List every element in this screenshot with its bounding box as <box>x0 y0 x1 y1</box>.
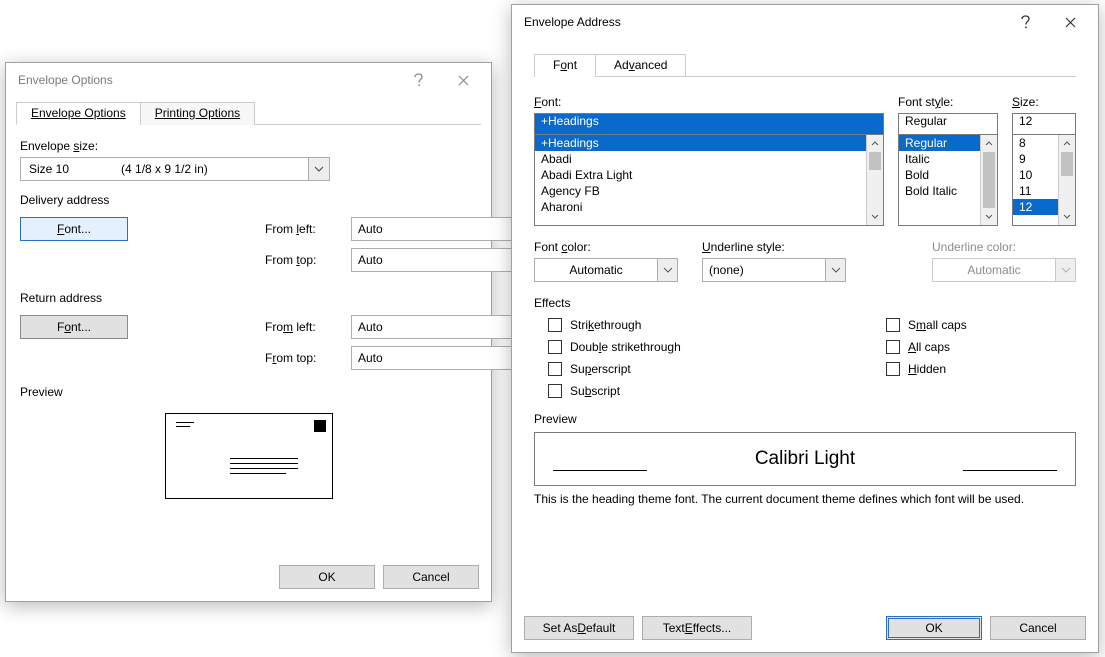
preview-label: Preview <box>534 412 1076 426</box>
checkbox-strikethrough[interactable]: Strikethrough <box>548 318 886 332</box>
chevron-down-icon <box>825 259 845 281</box>
chevron-down-icon <box>1055 259 1075 281</box>
return-font-button[interactable]: Font... <box>20 315 128 339</box>
cancel-button[interactable]: Cancel <box>383 565 479 589</box>
font-color-dropdown[interactable]: Automatic <box>534 258 678 282</box>
envelope-preview <box>165 413 333 499</box>
return-from-left[interactable] <box>351 315 467 339</box>
titlebar: Envelope Address <box>512 5 1098 39</box>
from-left-label: From left: <box>265 222 351 236</box>
tab-printing-options[interactable]: Printing Options <box>140 102 255 125</box>
envelope-address-dialog: Envelope Address Font Advanced Font: +He… <box>511 4 1099 653</box>
effects-label: Effects <box>534 296 1076 310</box>
tab-strip: Envelope Options Printing Options <box>16 101 481 125</box>
font-name-list[interactable]: +Headings Abadi Abadi Extra Light Agency… <box>534 134 884 226</box>
stamp-icon <box>314 420 326 432</box>
font-size-list[interactable]: 8 9 10 11 12 <box>1012 134 1076 226</box>
help-button[interactable] <box>1004 8 1048 36</box>
font-style-list[interactable]: Regular Italic Bold Bold Italic <box>898 134 998 226</box>
scrollbar[interactable] <box>866 135 883 225</box>
tab-strip: Font Advanced <box>534 49 1076 77</box>
scrollbar[interactable] <box>1058 135 1075 225</box>
titlebar: Envelope Options <box>6 63 491 97</box>
chevron-down-icon <box>657 259 677 281</box>
envelope-options-dialog: Envelope Options Envelope Options Printi… <box>5 62 492 602</box>
scroll-down-icon <box>867 208 883 225</box>
list-item[interactable]: Abadi <box>535 151 883 167</box>
scrollbar[interactable] <box>980 135 997 225</box>
preview-note: This is the heading theme font. The curr… <box>534 492 1076 506</box>
font-label: Font: <box>534 95 884 109</box>
scroll-up-icon <box>867 135 883 152</box>
list-item[interactable]: Abadi Extra Light <box>535 167 883 183</box>
checkbox-superscript[interactable]: Superscript <box>548 362 886 376</box>
close-button[interactable] <box>441 66 485 94</box>
checkbox-subscript[interactable]: Subscript <box>548 384 886 398</box>
underline-style-dropdown[interactable]: (none) <box>702 258 846 282</box>
checkbox-double-strikethrough[interactable]: Double strikethrough <box>548 340 886 354</box>
ok-button[interactable]: OK <box>886 616 982 640</box>
underline-color-dropdown: Automatic <box>932 258 1076 282</box>
help-button[interactable] <box>397 66 441 94</box>
delivery-from-left[interactable] <box>351 217 467 241</box>
font-size-input[interactable]: 12 <box>1012 113 1076 135</box>
list-item[interactable]: Aharoni <box>535 199 883 215</box>
text-effects-button[interactable]: Text Effects... <box>642 616 752 640</box>
font-size-label: Size: <box>1012 95 1076 109</box>
font-style-label: Font style: <box>898 95 998 109</box>
font-preview-box: Calibri Light <box>534 432 1076 486</box>
tab-font[interactable]: Font <box>534 54 596 77</box>
delivery-font-button[interactable]: Font... <box>20 217 128 241</box>
close-button[interactable] <box>1048 8 1092 36</box>
preview-sample: Calibri Light <box>755 448 855 470</box>
list-item[interactable]: Agency FB <box>535 183 883 199</box>
envelope-size-label: Envelope size: <box>20 139 477 153</box>
checkbox-small-caps[interactable]: Small caps <box>886 318 1076 332</box>
from-top-label: From top: <box>265 253 351 267</box>
return-from-top[interactable] <box>351 346 467 370</box>
return-address-label: Return address <box>20 291 102 305</box>
delivery-address-label: Delivery address <box>20 193 109 207</box>
chevron-down-icon <box>308 158 329 180</box>
checkbox-hidden[interactable]: Hidden <box>886 362 1076 376</box>
font-name-input[interactable]: +Headings <box>534 113 884 135</box>
underline-style-label: Underline style: <box>702 240 846 254</box>
checkbox-all-caps[interactable]: All caps <box>886 340 1076 354</box>
tab-advanced[interactable]: Advanced <box>595 54 686 77</box>
delivery-from-top[interactable] <box>351 248 467 272</box>
font-style-input[interactable]: Regular <box>898 113 998 135</box>
tab-envelope-options[interactable]: Envelope Options <box>16 102 141 125</box>
font-color-label: Font color: <box>534 240 678 254</box>
dialog-title: Envelope Address <box>524 15 1004 29</box>
underline-color-label: Underline color: <box>932 240 1076 254</box>
preview-label: Preview <box>20 385 477 399</box>
set-default-button[interactable]: Set As Default <box>524 616 634 640</box>
ok-button[interactable]: OK <box>279 565 375 589</box>
list-item[interactable]: +Headings <box>535 135 883 151</box>
cancel-button[interactable]: Cancel <box>990 616 1086 640</box>
dialog-title: Envelope Options <box>18 73 397 87</box>
envelope-size-combo[interactable]: Size 10(4 1/8 x 9 1/2 in) <box>20 157 330 181</box>
